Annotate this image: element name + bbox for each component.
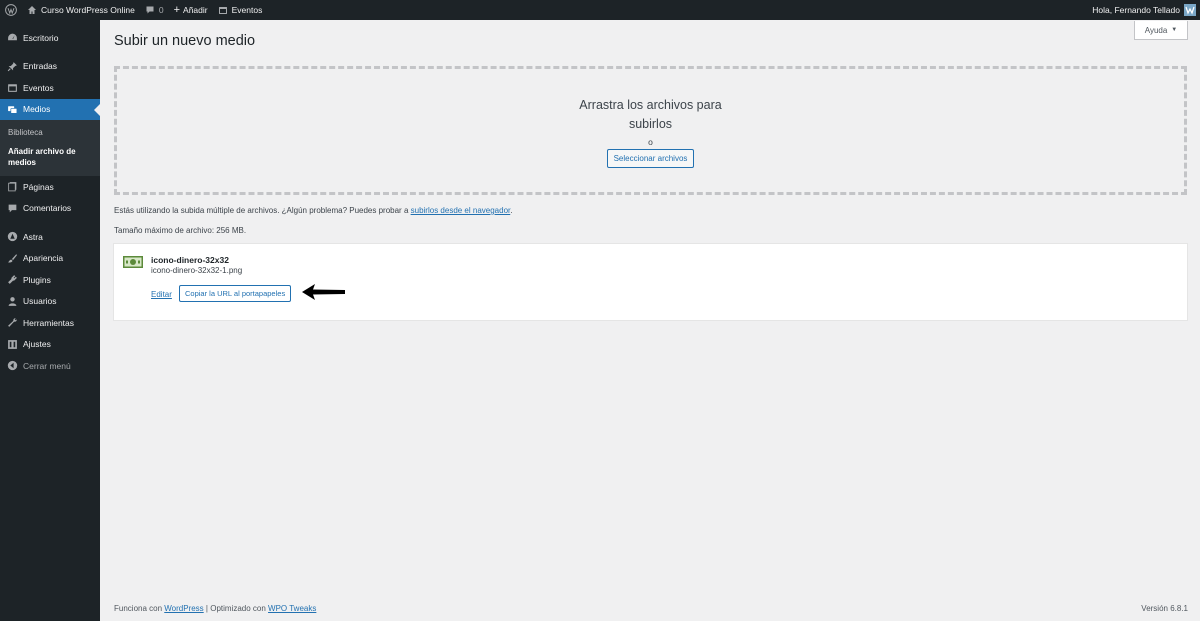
greeting-text: Hola, Fernando Tellado — [1092, 5, 1180, 15]
footer-text: Funciona con — [114, 604, 163, 613]
footer-credits: Funciona con WordPress | Optimizado con … — [114, 604, 316, 613]
media-thumbnail — [123, 256, 143, 268]
comments-link[interactable]: 0 — [140, 0, 169, 20]
submenu-item-biblioteca[interactable]: Biblioteca — [0, 124, 100, 141]
pointer-arrow-icon — [302, 284, 345, 300]
upload-drop-zone[interactable]: Arrastra los archivos para subirlos o Se… — [114, 66, 1187, 195]
menu-label: Escritorio — [23, 32, 59, 43]
main-content: Ayuda ▼ Subir un nuevo medio Arrastra lo… — [100, 20, 1200, 621]
menu-label: Páginas — [23, 181, 54, 192]
media-icon — [6, 103, 18, 115]
events-link[interactable]: Eventos — [213, 0, 268, 20]
calendar-icon — [6, 82, 18, 94]
dropdown-arrow-icon: ▼ — [1171, 27, 1178, 33]
plus-icon: + — [173, 4, 181, 16]
help-tab-button[interactable]: Ayuda ▼ — [1134, 21, 1188, 40]
menu-label: Eventos — [23, 82, 54, 93]
menu-item-medios[interactable]: Medios — [0, 98, 100, 120]
plugin-icon — [6, 274, 18, 286]
menu-item-entradas[interactable]: Entradas — [0, 56, 100, 78]
home-icon — [27, 5, 37, 15]
astra-icon — [6, 231, 18, 243]
browser-uploader-link[interactable]: subirlos desde el navegador — [411, 206, 511, 215]
menu-item-escritorio[interactable]: Escritorio — [0, 27, 100, 49]
max-upload-size: Tamaño máximo de archivo: 256 MB. — [114, 226, 247, 235]
events-label: Eventos — [231, 5, 263, 15]
uploaded-media-item: icono-dinero-32x32 icono-dinero-32x32-1.… — [114, 244, 1187, 320]
user-account-menu[interactable]: Hola, Fernando Tellado — [1092, 0, 1196, 20]
menu-label: Apariencia — [23, 253, 64, 264]
menu-label: Comentarios — [23, 203, 72, 214]
menu-item-astra[interactable]: Astra — [0, 226, 100, 248]
wrench-icon — [6, 317, 18, 329]
menu-label: Herramientas — [23, 317, 75, 328]
menu-label: Medios — [23, 104, 51, 115]
site-name-link[interactable]: Curso WordPress Online — [22, 0, 140, 20]
add-new-label: Añadir — [183, 5, 208, 15]
wp-version: Versión 6.8.1 — [1141, 604, 1188, 613]
help-label: Ayuda — [1144, 25, 1168, 35]
add-new-link[interactable]: + Añadir — [169, 0, 213, 20]
upload-info-text: Estás utilizando la subida múltiple de a… — [114, 206, 512, 215]
page-title: Subir un nuevo medio — [114, 33, 256, 49]
copy-url-button[interactable]: Copiar la URL al portapapeles — [179, 285, 292, 302]
menu-item-plugins[interactable]: Plugins — [0, 269, 100, 291]
select-files-button[interactable]: Seleccionar archivos — [606, 149, 695, 168]
info-message: Estás utilizando la subida múltiple de a… — [114, 206, 409, 215]
comments-count: 0 — [158, 5, 164, 15]
comment-icon — [6, 202, 18, 214]
submenu-item-anadir[interactable]: Añadir archivo de medios — [0, 141, 100, 171]
user-icon — [6, 295, 18, 307]
menu-item-usuarios[interactable]: Usuarios — [0, 291, 100, 313]
footer-text-2: | Optimizado con — [205, 604, 266, 613]
menu-label: Entradas — [23, 61, 58, 72]
site-name: Curso WordPress Online — [41, 5, 135, 15]
collapse-menu-button[interactable]: Cerrar menú — [0, 355, 100, 377]
admin-bar: Curso WordPress Online 0 + Añadir Evento… — [0, 0, 1200, 20]
brush-icon — [6, 252, 18, 264]
collapse-icon — [6, 360, 18, 372]
wordpress-link[interactable]: WordPress — [164, 604, 203, 613]
medios-submenu: Biblioteca Añadir archivo de medios — [0, 120, 100, 176]
menu-label: Astra — [23, 231, 43, 242]
media-filename: icono-dinero-32x32-1.png — [151, 266, 243, 275]
dashboard-icon — [6, 32, 18, 44]
calendar-icon — [218, 5, 228, 15]
menu-label: Plugins — [23, 274, 51, 285]
menu-label: Cerrar menú — [23, 360, 71, 371]
settings-icon — [6, 338, 18, 350]
menu-item-ajustes[interactable]: Ajustes — [0, 334, 100, 356]
menu-item-herramientas[interactable]: Herramientas — [0, 312, 100, 334]
menu-label: Ajustes — [23, 339, 51, 350]
menu-item-eventos[interactable]: Eventos — [0, 77, 100, 99]
edit-media-link[interactable]: Editar — [151, 290, 172, 299]
or-separator: o — [648, 137, 653, 147]
comment-bubble-icon — [145, 5, 155, 15]
menu-label: Usuarios — [23, 296, 57, 307]
menu-item-apariencia[interactable]: Apariencia — [0, 248, 100, 270]
pages-icon — [6, 181, 18, 193]
menu-item-paginas[interactable]: Páginas — [0, 176, 100, 198]
drop-instructions: Arrastra los archivos para subirlos — [579, 98, 722, 131]
menu-item-comentarios[interactable]: Comentarios — [0, 198, 100, 220]
info-end: . — [510, 206, 513, 215]
avatar — [1184, 4, 1196, 16]
wpo-tweaks-link[interactable]: WPO Tweaks — [268, 604, 316, 613]
pin-icon — [6, 60, 18, 72]
admin-sidebar: Escritorio Entradas Eventos Medios Bibli… — [0, 20, 100, 621]
media-title: icono-dinero-32x32 — [151, 255, 229, 265]
wordpress-logo-icon[interactable] — [0, 0, 22, 20]
